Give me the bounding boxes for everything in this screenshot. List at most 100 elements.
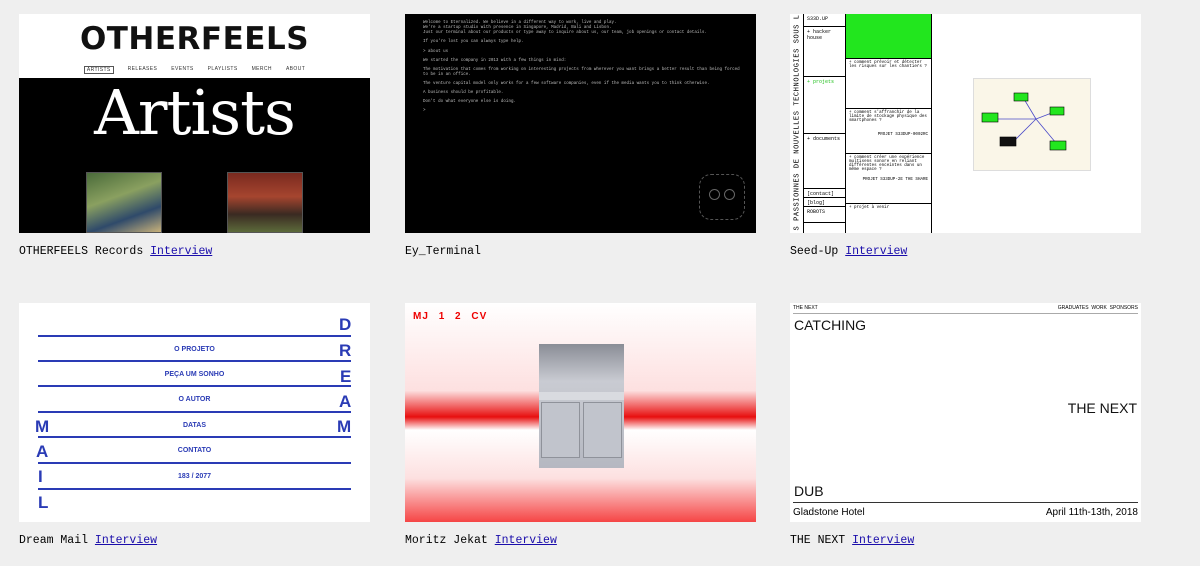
artist-photo — [86, 172, 162, 233]
menu-item: ROBOTS — [804, 207, 845, 223]
nav-links: GRADUATES WORK SPONSORS — [1058, 305, 1138, 311]
interview-link[interactable]: Interview — [495, 534, 557, 547]
seedup-menu: S33D.UP + hacker house + projets + docum… — [804, 14, 846, 233]
menu-row: O PROJETO — [38, 335, 351, 360]
card-caption: Dream Mail Interview — [19, 534, 157, 547]
vertical-tagline: S PASSIONNES DE NOUVELLES TECHNOLOGIES S… — [790, 14, 804, 233]
card-title: Ey_Terminal — [405, 245, 481, 258]
mail-letter: I — [38, 467, 43, 486]
thumb-nav: ARTISTS RELEASES EVENTS PLAYLISTS MERCH … — [19, 66, 370, 74]
event-footer: Gladstone Hotel April 11th-13th, 2018 — [793, 502, 1138, 518]
card-caption: Moritz Jekat Interview — [405, 534, 557, 547]
terminal-line: Just our terminal about our products or … — [423, 31, 707, 35]
menu-row: CONTATO — [38, 436, 351, 461]
menu-row: O AUTOR — [38, 385, 351, 410]
nav-item: GRADUATES — [1057, 305, 1089, 311]
cabinet-photo — [539, 344, 624, 468]
project-item: + comment s'affranchir de la limite de s… — [846, 109, 931, 154]
cabinet-door — [583, 402, 622, 458]
project-item: + projet à venir — [849, 206, 890, 210]
dream-letter: A — [339, 392, 352, 411]
nav-item: 1 — [438, 311, 446, 322]
card-caption: Seed-Up Interview — [790, 245, 907, 258]
thumb-nav: MJ 1 2 CV — [413, 311, 493, 322]
otherfeels-thumbnail[interactable]: OTHERFEELS ARTISTS RELEASES EVENTS PLAYL… — [19, 14, 370, 233]
card-title: OTHERFEELS Records — [19, 245, 144, 258]
menu-row: 183 / 2077 — [38, 462, 351, 487]
terminal-line: The venture capital model only works for… — [423, 82, 710, 86]
nav-item: ARTISTS — [83, 66, 114, 74]
headline-text: CATCHING — [794, 317, 867, 333]
menu-item: + documents — [804, 134, 845, 189]
artists-heading: Artists — [94, 76, 296, 149]
terminal-line: If you're lost you can always type help. — [423, 40, 524, 44]
nav-item: MJ — [413, 311, 429, 322]
headline-text: DUB — [794, 483, 824, 499]
card-title: Seed-Up — [790, 245, 839, 258]
brand: THE NEXT — [793, 305, 818, 311]
interview-link[interactable]: Interview — [150, 245, 212, 258]
nav-item: ABOUT — [285, 66, 306, 72]
menu-row: DATAS — [38, 411, 351, 436]
event-dates: April 11th-13th, 2018 — [1045, 507, 1138, 518]
menu-item: [contact] — [804, 189, 845, 198]
terminal-line: We started the company in 2013 with a fe… — [423, 59, 567, 63]
seedup-projects: + comment prévoir et détecter les risque… — [846, 14, 932, 233]
card-caption: OTHERFEELS Records Interview — [19, 245, 212, 258]
isometric-illustration — [973, 78, 1091, 171]
ey-terminal-thumbnail[interactable]: Welcome to Eternalized. We believe in a … — [405, 14, 756, 233]
terminal-line: A business should be profitable. — [423, 91, 504, 95]
nav-item: WORK — [1091, 305, 1107, 311]
cabinet-door — [541, 402, 580, 458]
interview-link[interactable]: Interview — [95, 534, 157, 547]
terminal-line: Welcome to Eternalized. We believe in a … — [423, 21, 617, 25]
menu-item: [blog] — [804, 198, 845, 207]
card-caption: THE NEXT Interview — [790, 534, 914, 547]
project-highlight — [846, 14, 931, 59]
venue: Gladstone Hotel — [793, 507, 865, 518]
interview-link[interactable]: Interview — [852, 534, 914, 547]
interview-link[interactable]: Interview — [845, 245, 907, 258]
nav-item: EVENTS — [171, 66, 194, 72]
thumb-nav: THE NEXT GRADUATES WORK SPONSORS — [793, 305, 1138, 314]
mail-letter: L — [38, 493, 49, 512]
nav-item: SPONSORS — [1109, 305, 1138, 311]
project-item: + comment créer une expérience multisens… — [846, 154, 931, 204]
artist-photo — [227, 172, 303, 233]
otherfeels-logo: OTHERFEELS — [79, 21, 310, 57]
nav-item: 2 — [455, 311, 462, 322]
menu-divider — [38, 488, 351, 490]
terminal-line: > — [423, 109, 426, 113]
menu-item: + projets — [804, 77, 845, 134]
nav-item: CV — [471, 311, 488, 322]
dream-letter: E — [340, 367, 352, 386]
card-title: Moritz Jekat — [405, 534, 488, 547]
dream-mail-thumbnail[interactable]: O PROJETO PEÇA UM SONHO O AUTOR DATAS CO… — [19, 303, 370, 522]
terminal-line: The motivation that comes from working o… — [423, 68, 740, 72]
mail-letter: A — [36, 442, 49, 461]
moritz-jekat-thumbnail[interactable]: MJ 1 2 CV — [405, 303, 756, 522]
mail-letter: M — [35, 417, 50, 436]
project-item: + comment prévoir et détecter les risque… — [846, 59, 931, 109]
card-title: Dream Mail — [19, 534, 89, 547]
menu-item: + hacker house — [804, 27, 845, 77]
nav-item: RELEASES — [127, 66, 158, 72]
dream-letter: M — [337, 417, 352, 436]
terminal-line: > about us — [423, 50, 449, 54]
menu-row: PEÇA UM SONHO — [38, 360, 351, 385]
card-caption: Ey_Terminal — [405, 245, 481, 258]
dream-letter: D — [339, 315, 352, 334]
nav-item: PLAYLISTS — [207, 66, 238, 72]
seedup-logo: S33D.UP — [804, 14, 845, 27]
terminal-line: Don't do what everyone else is doing. — [423, 100, 516, 104]
card-title: THE NEXT — [790, 534, 846, 547]
cabinet-top — [539, 392, 624, 400]
seed-up-thumbnail[interactable]: S PASSIONNES DE NOUVELLES TECHNOLOGIES S… — [790, 14, 1141, 233]
the-next-thumbnail[interactable]: THE NEXT GRADUATES WORK SPONSORS CATCHIN… — [790, 303, 1141, 522]
headline-text: THE NEXT — [1067, 400, 1137, 416]
dream-letter: R — [339, 341, 352, 360]
terminal-line: to be in an office. — [423, 73, 471, 77]
terminal-line: We're a startup studio with presence in … — [423, 26, 612, 30]
skull-logo-icon — [699, 174, 745, 220]
nav-item: MERCH — [251, 66, 272, 72]
